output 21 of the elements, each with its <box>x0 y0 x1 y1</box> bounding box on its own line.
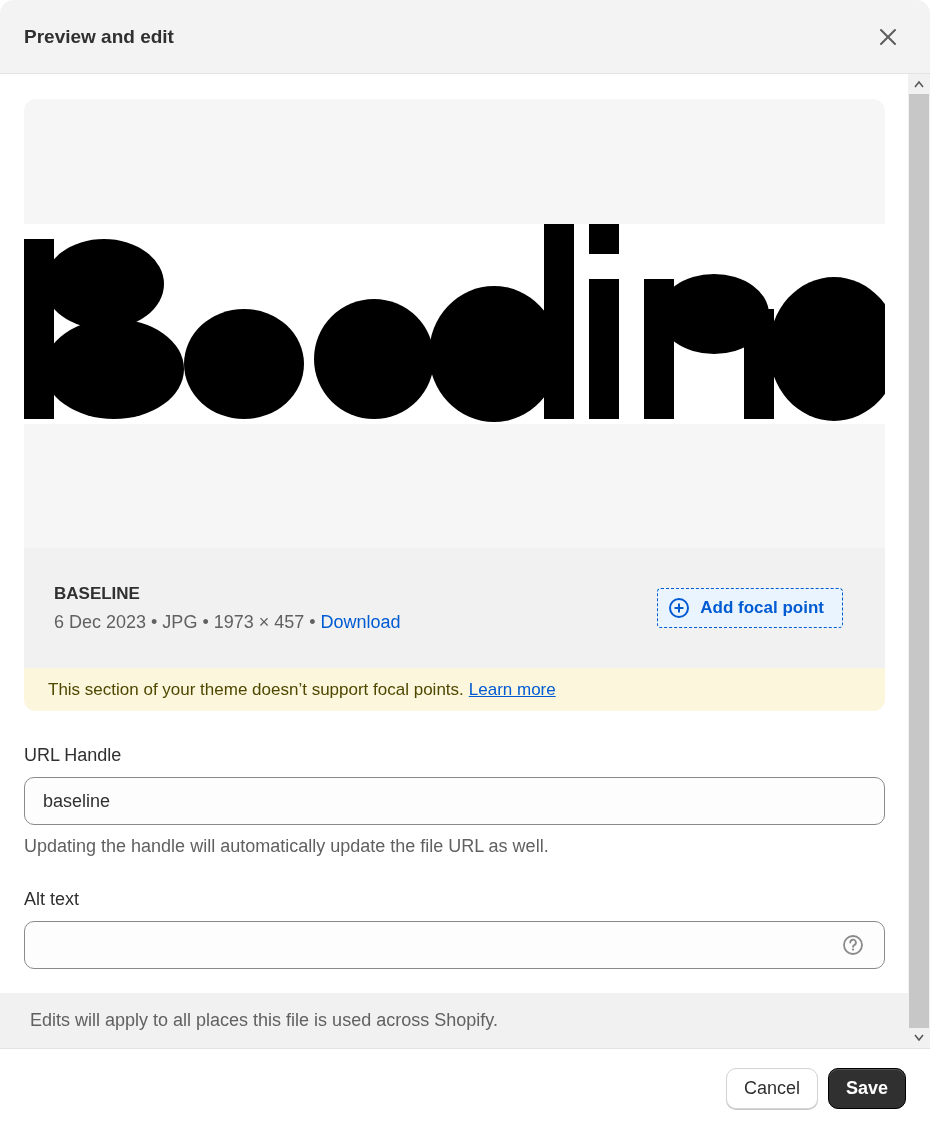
alt-text-field[interactable] <box>24 921 885 969</box>
help-text: Updating the handle will automatically update the file URL as well. <box>24 836 550 857</box>
scroll-up-icon[interactable] <box>914 80 924 88</box>
scrollbar[interactable] <box>908 74 930 1048</box>
field-label: Alt text <box>24 889 81 910</box>
cancel-button[interactable]: Cancel <box>725 1068 818 1109</box>
scroll-down-icon[interactable] <box>914 1034 924 1042</box>
add-focal-point-button[interactable]: Add focal point <box>657 588 843 628</box>
plus-circle-icon <box>668 597 691 619</box>
note-text: Edits will apply to all places this file is used across Shopify. <box>30 1010 498 1031</box>
dialog-title: Preview and edit <box>24 25 174 48</box>
learn-more-link[interactable]: Learn more <box>468 679 556 700</box>
file-details: 6 Dec 2023 • JPG • 1973 × 457 • <box>54 611 316 633</box>
field-label: URL Handle <box>24 745 123 766</box>
url-handle-field[interactable]: baseline <box>24 777 885 825</box>
warning-text: This section of your theme doesn’t support focal points. <box>48 679 464 700</box>
save-button[interactable]: Save <box>827 1068 906 1109</box>
close-icon <box>878 26 898 47</box>
help-icon[interactable] <box>842 934 864 956</box>
download-link[interactable]: Download <box>320 611 401 633</box>
file-name: BASELINE <box>54 583 141 604</box>
